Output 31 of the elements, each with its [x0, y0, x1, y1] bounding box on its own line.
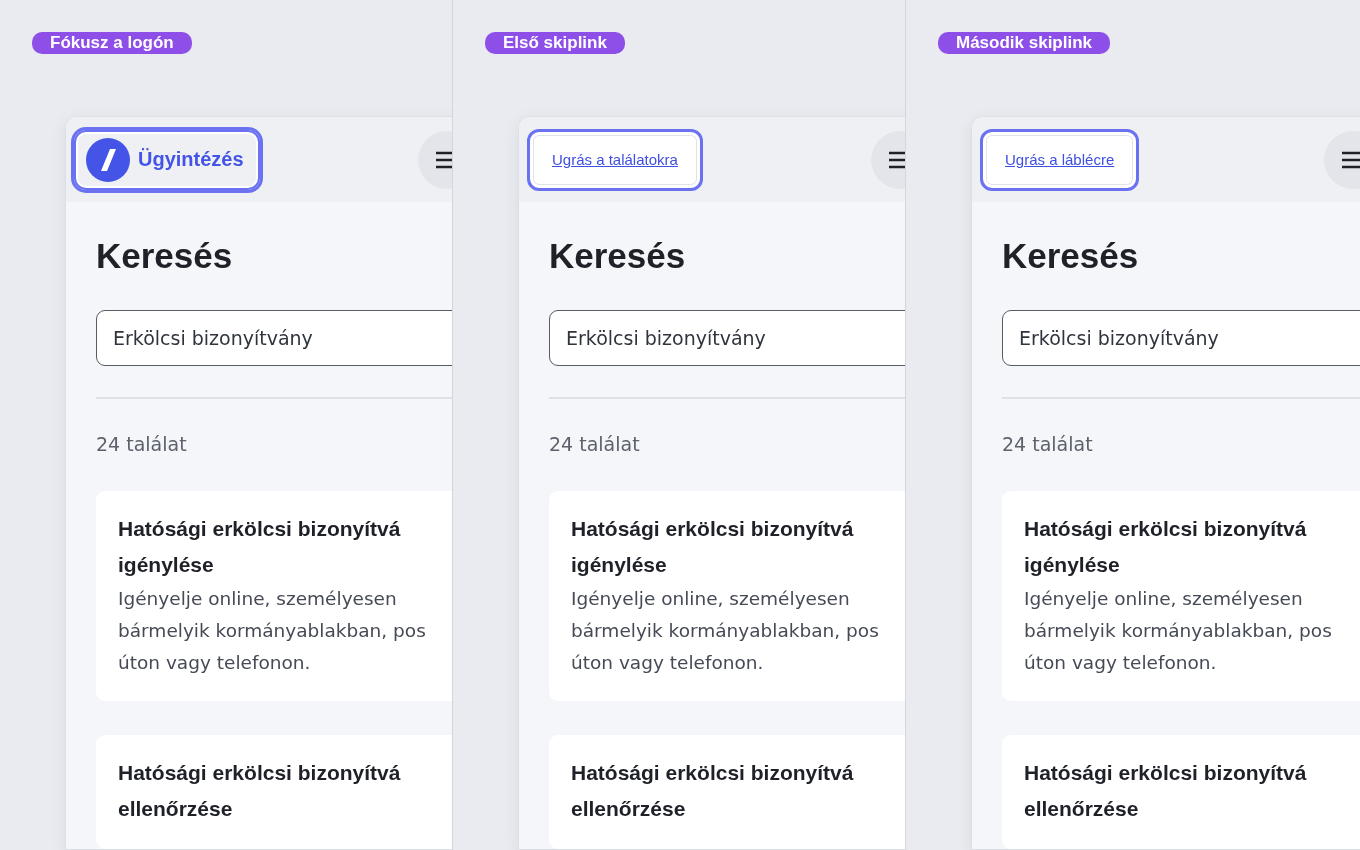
- result-title: Hatósági erkölcsi bizonyítvá ellenőrzése: [571, 760, 855, 822]
- skip-link[interactable]: Ugrás a láblécre: [980, 128, 1140, 191]
- page-heading: Keresés: [549, 236, 687, 276]
- page-heading: Keresés: [96, 236, 234, 276]
- result-description: Igényelje online, személyesen bármelyik kormányablakban, pos úton vagy telefonon.: [571, 587, 880, 675]
- logo-link[interactable]: Ügyintézés: [74, 129, 260, 190]
- result-card[interactable]: Hatósági erkölcsi bizonyítvá ellenőrzése: [96, 735, 452, 849]
- result-count: 24 találat: [96, 433, 188, 455]
- result-title: Hatósági erkölcsi bizonyítvá igénylése: [118, 516, 402, 578]
- search-field[interactable]: Erkölcsi bizonyítvány: [549, 310, 905, 366]
- result-title: Hatósági erkölcsi bizonyítvá igénylése: [571, 516, 855, 578]
- result-card[interactable]: Hatósági erkölcsi bizonyítvá igénylése Igényelje online, személyesen bármelyik kormányablakban, pos úton vagy telefonon.: [549, 491, 905, 701]
- result-title: Hatósági erkölcsi bizonyítvá igénylése: [1024, 516, 1308, 578]
- caption-label: Első skiplink: [485, 32, 625, 54]
- result-title: Hatósági erkölcsi bizonyítvá ellenőrzése: [1024, 760, 1308, 822]
- skip-link[interactable]: Ugrás a találatokra: [527, 128, 703, 191]
- result-card[interactable]: Hatósági erkölcsi bizonyítvá ellenőrzése: [1002, 735, 1360, 849]
- page-heading: Keresés: [1002, 236, 1140, 276]
- result-description: Igényelje online, személyesen bármelyik kormányablakban, pos úton vagy telefonon.: [118, 587, 427, 675]
- result-description: Igényelje online, személyesen bármelyik kormányablakban, pos úton vagy telefonon.: [1024, 587, 1333, 675]
- result-card[interactable]: Hatósági erkölcsi bizonyítvá igénylése Igényelje online, személyesen bármelyik kormányablakban, pos úton vagy telefonon.: [96, 491, 452, 701]
- search-field[interactable]: Erkölcsi bizonyítvány: [96, 310, 452, 366]
- caption-label: Fókusz a logón: [32, 32, 192, 54]
- result-card[interactable]: Hatósági erkölcsi bizonyítvá ellenőrzése: [549, 735, 905, 849]
- search-field[interactable]: Erkölcsi bizonyítvány: [1002, 310, 1360, 366]
- result-count: 24 találat: [549, 433, 641, 455]
- caption-label: Második skiplink: [938, 32, 1111, 54]
- result-count: 24 találat: [1002, 433, 1094, 455]
- result-card[interactable]: Hatósági erkölcsi bizonyítvá igénylése Igényelje online, személyesen bármelyik kormányablakban, pos úton vagy telefonon.: [1002, 491, 1360, 701]
- logo-text: Ügyintézés: [138, 148, 244, 171]
- result-title: Hatósági erkölcsi bizonyítvá ellenőrzése: [118, 760, 402, 822]
